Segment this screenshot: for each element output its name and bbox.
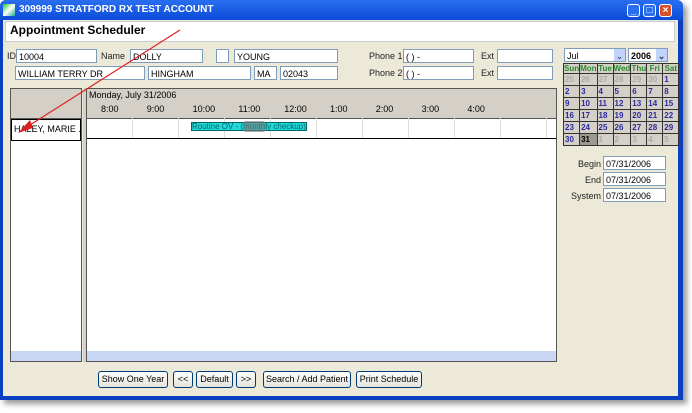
annotation-arrow — [18, 29, 181, 133]
